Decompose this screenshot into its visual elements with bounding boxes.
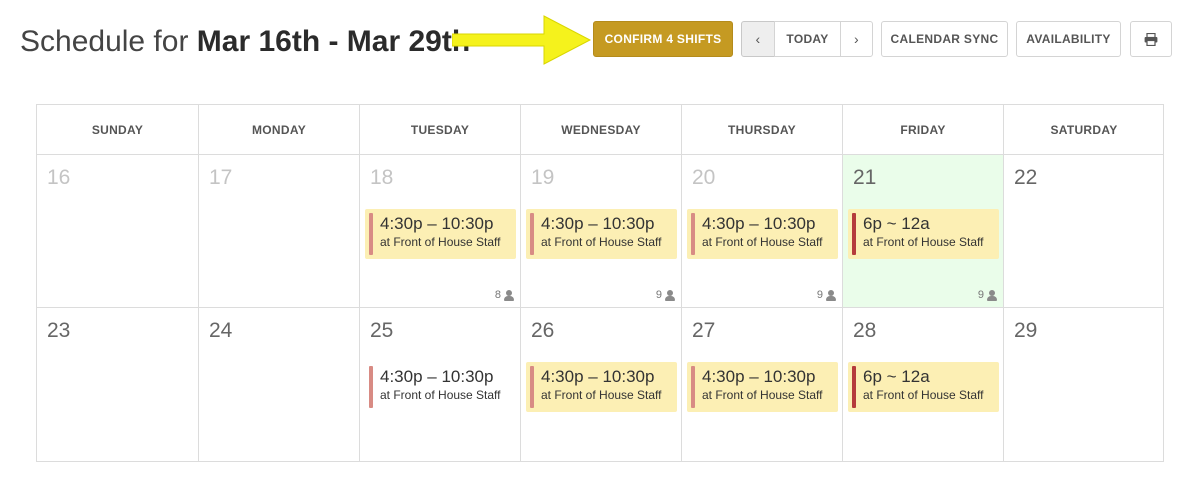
shift-card[interactable]: 4:30p – 10:30p at Front of House Staff [687, 362, 838, 412]
printer-icon [1144, 32, 1158, 46]
day-cell[interactable]: 23 [37, 308, 198, 461]
day-cell[interactable]: 24 [198, 308, 359, 461]
staff-count: 9 [978, 289, 997, 301]
shift-status-bar [691, 213, 695, 255]
confirm-shifts-button[interactable]: CONFIRM 4 SHIFTS [593, 21, 733, 57]
availability-button[interactable]: AVAILABILITY [1016, 21, 1121, 57]
staff-count-value: 9 [977, 289, 984, 301]
day-number: 28 [853, 319, 877, 342]
staff-count: 9 [656, 289, 675, 301]
shift-status-bar [369, 366, 373, 408]
shift-location: at Front of House Staff [541, 388, 662, 402]
person-icon [504, 289, 514, 301]
day-cell[interactable]: 22 [1003, 155, 1164, 307]
shift-location: at Front of House Staff [863, 235, 984, 249]
weekday-saturday: SATURDAY [1003, 105, 1164, 154]
next-period-button[interactable]: › [840, 21, 873, 57]
staff-count-value: 9 [655, 289, 662, 301]
schedule-calendar: SUNDAY MONDAY TUESDAY WEDNESDAY THURSDAY… [36, 104, 1164, 462]
day-cell[interactable]: 18 4:30p – 10:30p at Front of House Staf… [359, 155, 520, 307]
previous-period-button[interactable]: ‹ [741, 21, 775, 57]
day-number: 22 [1014, 166, 1038, 189]
shift-time: 4:30p – 10:30p [380, 214, 494, 233]
day-number: 21 [853, 166, 877, 189]
shift-location: at Front of House Staff [541, 235, 662, 249]
day-number: 29 [1014, 319, 1038, 342]
day-cell[interactable]: 19 4:30p – 10:30p at Front of House Staf… [520, 155, 681, 307]
day-cell[interactable]: 20 4:30p – 10:30p at Front of House Staf… [681, 155, 842, 307]
weekday-wednesday: WEDNESDAY [520, 105, 681, 154]
staff-count: 8 [495, 289, 514, 301]
shift-card[interactable]: 4:30p – 10:30p at Front of House Staff [526, 362, 677, 412]
shift-status-bar [369, 213, 373, 255]
shift-time: 4:30p – 10:30p [541, 214, 655, 233]
shift-status-bar [691, 366, 695, 408]
shift-location: at Front of House Staff [863, 388, 984, 402]
day-cell-today[interactable]: 21 6p ~ 12a at Front of House Staff 9 [842, 155, 1003, 307]
print-button[interactable] [1130, 21, 1172, 57]
shift-location: at Front of House Staff [702, 388, 823, 402]
weekday-monday: MONDAY [198, 105, 359, 154]
person-icon [665, 289, 675, 301]
day-cell[interactable]: 16 [37, 155, 198, 307]
chevron-left-icon: ‹ [755, 31, 761, 47]
title-prefix: Schedule for [20, 25, 197, 58]
shift-card[interactable]: 6p ~ 12a at Front of House Staff [848, 209, 999, 259]
day-cell[interactable]: 29 [1003, 308, 1164, 461]
weekday-friday: FRIDAY [842, 105, 1003, 154]
week-row: 16 17 18 4:30p – 10:30p at Front of Hous… [37, 155, 1163, 308]
shift-card[interactable]: 4:30p – 10:30p at Front of House Staff [365, 362, 516, 412]
weekday-header-row: SUNDAY MONDAY TUESDAY WEDNESDAY THURSDAY… [37, 105, 1163, 155]
shift-time: 4:30p – 10:30p [541, 367, 655, 386]
shift-location: at Front of House Staff [380, 235, 501, 249]
shift-time: 4:30p – 10:30p [702, 214, 816, 233]
weekday-tuesday: TUESDAY [359, 105, 520, 154]
shift-location: at Front of House Staff [702, 235, 823, 249]
shift-time: 6p ~ 12a [863, 367, 930, 386]
day-number: 25 [370, 319, 394, 342]
page-title: Schedule for Mar 16th - Mar 29th [20, 24, 470, 60]
day-cell[interactable]: 17 [198, 155, 359, 307]
annotation-arrow-icon [452, 15, 592, 65]
shift-status-bar [852, 366, 856, 408]
shift-status-bar [852, 213, 856, 255]
shift-location: at Front of House Staff [380, 388, 501, 402]
day-number: 24 [209, 319, 233, 342]
today-button[interactable]: TODAY [774, 21, 841, 57]
shift-card[interactable]: 6p ~ 12a at Front of House Staff [848, 362, 999, 412]
weekday-sunday: SUNDAY [91, 122, 144, 137]
weekday-thursday: THURSDAY [681, 105, 842, 154]
day-number: 23 [47, 319, 71, 342]
day-cell[interactable]: 26 4:30p – 10:30p at Front of House Staf… [520, 308, 681, 461]
day-cell[interactable]: 25 4:30p – 10:30p at Front of House Staf… [359, 308, 520, 461]
day-number: 18 [370, 166, 394, 189]
staff-count-value: 9 [816, 289, 823, 301]
chevron-right-icon: › [854, 31, 859, 47]
shift-status-bar [530, 213, 534, 255]
shift-status-bar [530, 366, 534, 408]
date-range: Mar 16th - Mar 29th [196, 25, 471, 58]
day-number: 17 [209, 166, 233, 189]
day-number: 16 [47, 166, 71, 189]
day-number: 27 [692, 319, 716, 342]
shift-card[interactable]: 4:30p – 10:30p at Front of House Staff [687, 209, 838, 259]
day-cell[interactable]: 28 6p ~ 12a at Front of House Staff [842, 308, 1003, 461]
shift-time: 4:30p – 10:30p [702, 367, 816, 386]
shift-time: 6p ~ 12a [863, 214, 930, 233]
day-cell[interactable]: 27 4:30p – 10:30p at Front of House Staf… [681, 308, 842, 461]
shift-time: 4:30p – 10:30p [380, 367, 494, 386]
day-number: 20 [692, 166, 716, 189]
person-icon [826, 289, 836, 301]
shift-card[interactable]: 4:30p – 10:30p at Front of House Staff [526, 209, 677, 259]
week-row: 23 24 25 4:30p – 10:30p at Front of Hous… [37, 308, 1163, 461]
person-icon [987, 289, 997, 301]
shift-card[interactable]: 4:30p – 10:30p at Front of House Staff [365, 209, 516, 259]
staff-count-value: 8 [494, 289, 501, 301]
calendar-sync-button[interactable]: CALENDAR SYNC [881, 21, 1008, 57]
day-number: 26 [531, 319, 555, 342]
staff-count: 9 [817, 289, 836, 301]
day-number: 19 [531, 166, 555, 189]
